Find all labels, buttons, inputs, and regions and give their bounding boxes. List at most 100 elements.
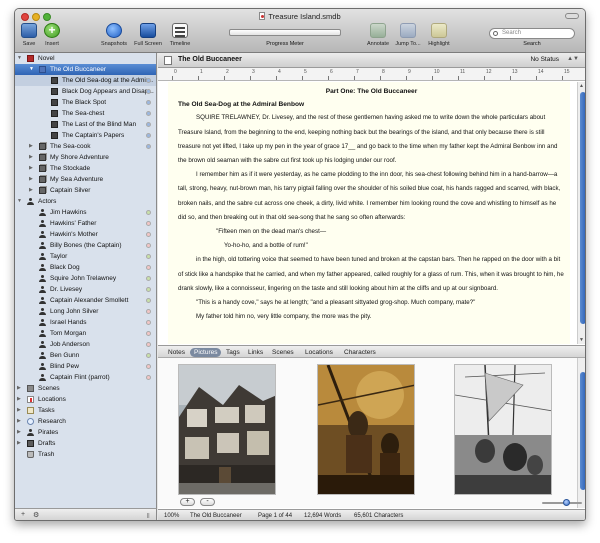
binder-item[interactable]: ▶ The Sea-cook: [15, 141, 156, 152]
status-selector[interactable]: No Status: [530, 56, 559, 63]
binder-item[interactable]: Trash: [15, 449, 156, 460]
binder-item[interactable]: Taylor: [15, 251, 156, 262]
person-icon: [39, 363, 46, 370]
disclosure-closed-icon[interactable]: ▶: [17, 383, 21, 394]
binder-item[interactable]: ▶ Captain Silver: [15, 185, 156, 196]
binder-item[interactable]: ▶ My Sea Adventure: [15, 174, 156, 185]
picture-zoom-knob[interactable]: [563, 499, 570, 506]
timeline-button[interactable]: Timeline: [167, 23, 193, 47]
tab-locations[interactable]: Locations: [301, 348, 337, 357]
picture-zoom-slider[interactable]: [542, 502, 582, 504]
disclosure-open-icon[interactable]: ▼: [29, 64, 34, 75]
research-icon: [27, 418, 34, 425]
binder-item[interactable]: ▶ Tasks: [15, 405, 156, 416]
tab-scenes[interactable]: Scenes: [268, 348, 298, 357]
binder-item[interactable]: Jim Hawkins: [15, 207, 156, 218]
binder-item[interactable]: Squire John Trelawney: [15, 273, 156, 284]
binder-item[interactable]: Hawkin's Mother: [15, 229, 156, 240]
tab-pictures[interactable]: Pictures: [190, 348, 222, 357]
full-screen-button[interactable]: Full Screen: [132, 23, 164, 47]
binder-item[interactable]: ▼ Novel: [15, 53, 156, 64]
binder-item[interactable]: The Black Spot: [15, 97, 156, 108]
binder-item[interactable]: Captain Flint (parrot): [15, 372, 156, 383]
binder-item[interactable]: ▶ My Shore Adventure: [15, 152, 156, 163]
binder-item-label: The Last of the Blind Man: [62, 121, 137, 128]
disclosure-open-icon[interactable]: ▼: [17, 53, 22, 64]
disclosure-closed-icon[interactable]: ▶: [29, 185, 33, 196]
search-input[interactable]: Search: [489, 28, 575, 39]
binder-item[interactable]: ▶ Locations: [15, 394, 156, 405]
binder-item[interactable]: ▶ Pirates: [15, 427, 156, 438]
tab-tags[interactable]: Tags: [222, 348, 244, 357]
binder-item[interactable]: Ben Gunn: [15, 350, 156, 361]
label-color-dot: [146, 309, 151, 314]
binder-item[interactable]: Dr. Livesey: [15, 284, 156, 295]
tab-characters[interactable]: Characters: [340, 348, 380, 357]
disclosure-closed-icon[interactable]: ▶: [29, 174, 33, 185]
binder-item[interactable]: ▼ The Old Buccaneer: [15, 64, 156, 75]
binder-item[interactable]: Black Dog: [15, 262, 156, 273]
binder-item-label: Squire John Trelawney: [50, 275, 117, 282]
binder-item[interactable]: Captain Alexander Smollett: [15, 295, 156, 306]
binder-item[interactable]: ▶ Research: [15, 416, 156, 427]
disclosure-closed-icon[interactable]: ▶: [29, 141, 33, 152]
ruler[interactable]: 0 1 2 3 4 5 6 7 8 9 10 11 12 13 14 15: [158, 68, 585, 81]
binder-item[interactable]: ▶ Drafts: [15, 438, 156, 449]
binder-item[interactable]: ▶ Scenes: [15, 383, 156, 394]
disclosure-closed-icon[interactable]: ▶: [17, 416, 21, 427]
disclosure-open-icon[interactable]: ▼: [17, 196, 22, 207]
save-button[interactable]: Save: [19, 23, 39, 47]
binder-item[interactable]: Hawkins' Father: [15, 218, 156, 229]
disclosure-closed-icon[interactable]: ▶: [29, 152, 33, 163]
remove-picture-button[interactable]: -: [200, 498, 215, 506]
insert-button[interactable]: + Insert: [41, 23, 63, 47]
binder-item[interactable]: The Sea-chest: [15, 108, 156, 119]
disclosure-closed-icon[interactable]: ▶: [29, 163, 33, 174]
add-picture-button[interactable]: +: [180, 498, 195, 506]
disclosure-closed-icon[interactable]: ▶: [17, 394, 21, 405]
binder-split-handle[interactable]: ||: [147, 513, 150, 519]
binder-item-label: Black Dog Appears and Disap...: [62, 88, 154, 95]
binder-gear-icon[interactable]: ⚙: [33, 511, 39, 519]
binder-item[interactable]: Blind Pew: [15, 361, 156, 372]
binder-add-button[interactable]: +: [21, 511, 25, 518]
disclosure-closed-icon[interactable]: ▶: [17, 438, 21, 449]
inn-picture[interactable]: [178, 364, 276, 495]
binder-item-label: Captain Alexander Smollett: [50, 297, 129, 304]
toolbar-toggle-button[interactable]: [565, 13, 579, 19]
ship-picture[interactable]: [317, 364, 415, 495]
disclosure-closed-icon[interactable]: ▶: [17, 405, 21, 416]
binder-item[interactable]: Tom Morgan: [15, 328, 156, 339]
snapshots-button[interactable]: Snapshots: [99, 23, 129, 47]
binder-item[interactable]: Long John Silver: [15, 306, 156, 317]
binder-item[interactable]: The Last of the Blind Man: [15, 119, 156, 130]
zoom-selector[interactable]: 100%: [164, 513, 179, 519]
binder-item[interactable]: Israel Hands: [15, 317, 156, 328]
highlight-button[interactable]: Highlight: [425, 23, 453, 47]
editor-scrollbar[interactable]: ▲ ▼: [577, 82, 585, 344]
binder-item[interactable]: ▶ The Stockade: [15, 163, 156, 174]
ruler-tick-label: 0: [174, 69, 177, 75]
binder-item[interactable]: Black Dog Appears and Disap...: [15, 86, 156, 97]
status-chevron-icon[interactable]: ▲▼: [567, 56, 579, 62]
binder-item[interactable]: The Captain's Papers: [15, 130, 156, 141]
binder-sidebar[interactable]: ▼ Novel ▼ The Old Buccaneer The Old Sea-dog …: [15, 53, 157, 508]
scroll-up-icon[interactable]: ▲: [579, 83, 584, 89]
editor-scroll-thumb[interactable]: [580, 92, 585, 324]
ship-image: [318, 365, 414, 494]
annotate-button[interactable]: Annotate: [365, 23, 391, 47]
inspector-scroll-thumb[interactable]: [580, 372, 585, 490]
binder-item[interactable]: The Old Sea-dog at the Admir...: [15, 75, 156, 86]
text-editor[interactable]: Part One: The Old Buccaneer The Old Sea-…: [168, 82, 570, 344]
jump-to-button[interactable]: Jump To...: [393, 23, 423, 47]
engraving-picture[interactable]: [454, 364, 552, 495]
scroll-down-icon[interactable]: ▼: [579, 337, 584, 343]
binder-item-label: Captain Flint (parrot): [50, 374, 110, 381]
binder-item[interactable]: Job Anderson: [15, 339, 156, 350]
tab-links[interactable]: Links: [244, 348, 267, 357]
inspector-scrollbar[interactable]: [577, 358, 585, 508]
binder-item[interactable]: ▼ Actors: [15, 196, 156, 207]
disclosure-closed-icon[interactable]: ▶: [17, 427, 21, 438]
binder-item[interactable]: Billy Bones (the Captain): [15, 240, 156, 251]
tab-notes[interactable]: Notes: [164, 348, 189, 357]
